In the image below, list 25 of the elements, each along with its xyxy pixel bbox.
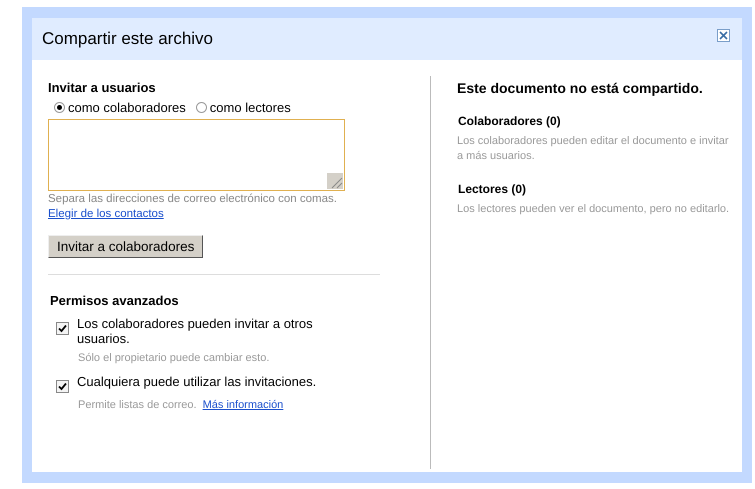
- invite-button[interactable]: Invitar a colaboradores: [48, 235, 204, 258]
- checkbox[interactable]: [56, 380, 69, 393]
- radio-button[interactable]: [54, 102, 65, 113]
- email-input-field[interactable]: [48, 119, 345, 191]
- group-description: Los colaboradores pueden editar el documento e invitar a más usuarios.: [456, 134, 730, 164]
- note-text: Permite listas de correo.: [78, 399, 197, 411]
- group-title: Colaboradores (0): [458, 114, 562, 128]
- dialog-title: Compartir este archivo: [42, 29, 214, 49]
- resize-grip-icon[interactable]: [327, 173, 343, 189]
- note-text: Sólo el propietario puede cambiar esto.: [78, 352, 270, 364]
- section-heading: Permisos avanzados: [50, 293, 180, 308]
- share-status-heading: Este documento no está compartido.: [456, 80, 704, 96]
- hint-text: Separa las direcciones de correo electrónico con comas.: [48, 193, 338, 205]
- checkbox[interactable]: [56, 322, 69, 335]
- close-button[interactable]: [717, 28, 730, 42]
- checkbox-label: Cualquiera puede utilizar las invitaciones.: [77, 374, 318, 389]
- group-description: Los lectores pueden ver el documento, pero no editarlo.: [456, 202, 730, 217]
- radio-button[interactable]: [196, 102, 207, 113]
- section-heading: Invitar a usuarios: [48, 80, 157, 95]
- more-info-link[interactable]: Más información: [202, 399, 284, 411]
- radio-label: como colaboradores: [68, 100, 186, 115]
- radio-label: como lectores: [210, 100, 291, 115]
- checkbox-label: Los colaboradores pueden invitar a otros usuarios.: [77, 316, 314, 346]
- group-title: Lectores (0): [458, 182, 528, 196]
- contacts-link[interactable]: Elegir de los contactos: [48, 208, 164, 220]
